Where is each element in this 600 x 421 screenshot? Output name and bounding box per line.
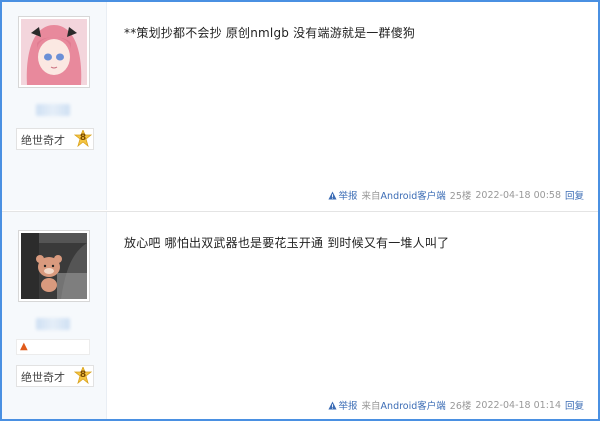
client-link[interactable]: Android客户端 <box>381 191 446 202</box>
user-sidebar: 绝世奇才 8 <box>2 2 107 210</box>
report-button[interactable]: 举报 <box>327 398 358 412</box>
report-label: 举报 <box>338 401 358 412</box>
post-content: **策划抄都不会抄 原创nmlgb 没有端游就是一群傻狗 <box>124 26 416 40</box>
avatar[interactable] <box>18 16 90 88</box>
from-prefix: 来自Android客户端 <box>361 401 446 412</box>
level-badge-icon: 8 <box>74 130 92 148</box>
user-title-badge: 绝世奇才 8 <box>16 128 94 150</box>
user-title-badge: 绝世奇才 8 <box>16 365 94 387</box>
warning-icon <box>327 190 337 200</box>
level-badge-icon: 8 <box>74 367 92 385</box>
level-number: 8 <box>79 370 87 380</box>
report-button[interactable]: 举报 <box>327 188 358 202</box>
user-sidebar: ▲ 绝世奇才 8 <box>2 212 107 419</box>
client-link[interactable]: Android客户端 <box>381 401 446 412</box>
thread-frame: 绝世奇才 8 **策划抄都不会抄 原创nmlgb 没有端游就是一群傻狗 举报 来… <box>0 0 600 421</box>
reply-button[interactable]: 回复 <box>565 398 584 412</box>
post-26: ▲ 绝世奇才 8 放心吧 哪怕出双武器也是要花玉开通 到时候又有一堆人叫了 举报… <box>2 211 598 419</box>
user-title: 绝世奇才 <box>21 371 65 384</box>
avatar-bear-figure-image <box>21 233 87 299</box>
username-blurred[interactable] <box>36 318 70 330</box>
user-title: 绝世奇才 <box>21 134 65 147</box>
username-blurred[interactable] <box>36 104 70 116</box>
post-content: 放心吧 哪怕出双武器也是要花玉开通 到时候又有一堆人叫了 <box>124 236 450 250</box>
reply-button[interactable]: 回复 <box>565 188 584 202</box>
level-number: 8 <box>79 133 87 143</box>
avatar-anime-girl-image <box>21 19 87 85</box>
post-footer: 举报 来自Android客户端 26楼 2022-04-18 01:14 回复 <box>327 398 584 412</box>
floor-number: 26楼 <box>449 401 472 412</box>
post-footer: 举报 来自Android客户端 25楼 2022-04-18 00:58 回复 <box>327 188 584 202</box>
fire-icon: ▲ <box>20 341 28 352</box>
avatar[interactable] <box>18 230 90 302</box>
post-datetime: 2022-04-18 01:14 <box>475 399 561 411</box>
from-prefix: 来自Android客户端 <box>361 191 446 202</box>
post-25: 绝世奇才 8 **策划抄都不会抄 原创nmlgb 没有端游就是一群傻狗 举报 来… <box>2 2 598 210</box>
floor-number: 25楼 <box>449 191 472 202</box>
warning-icon <box>327 400 337 410</box>
report-label: 举报 <box>338 191 358 202</box>
user-medal-row: ▲ <box>16 339 90 355</box>
post-datetime: 2022-04-18 00:58 <box>475 189 561 201</box>
